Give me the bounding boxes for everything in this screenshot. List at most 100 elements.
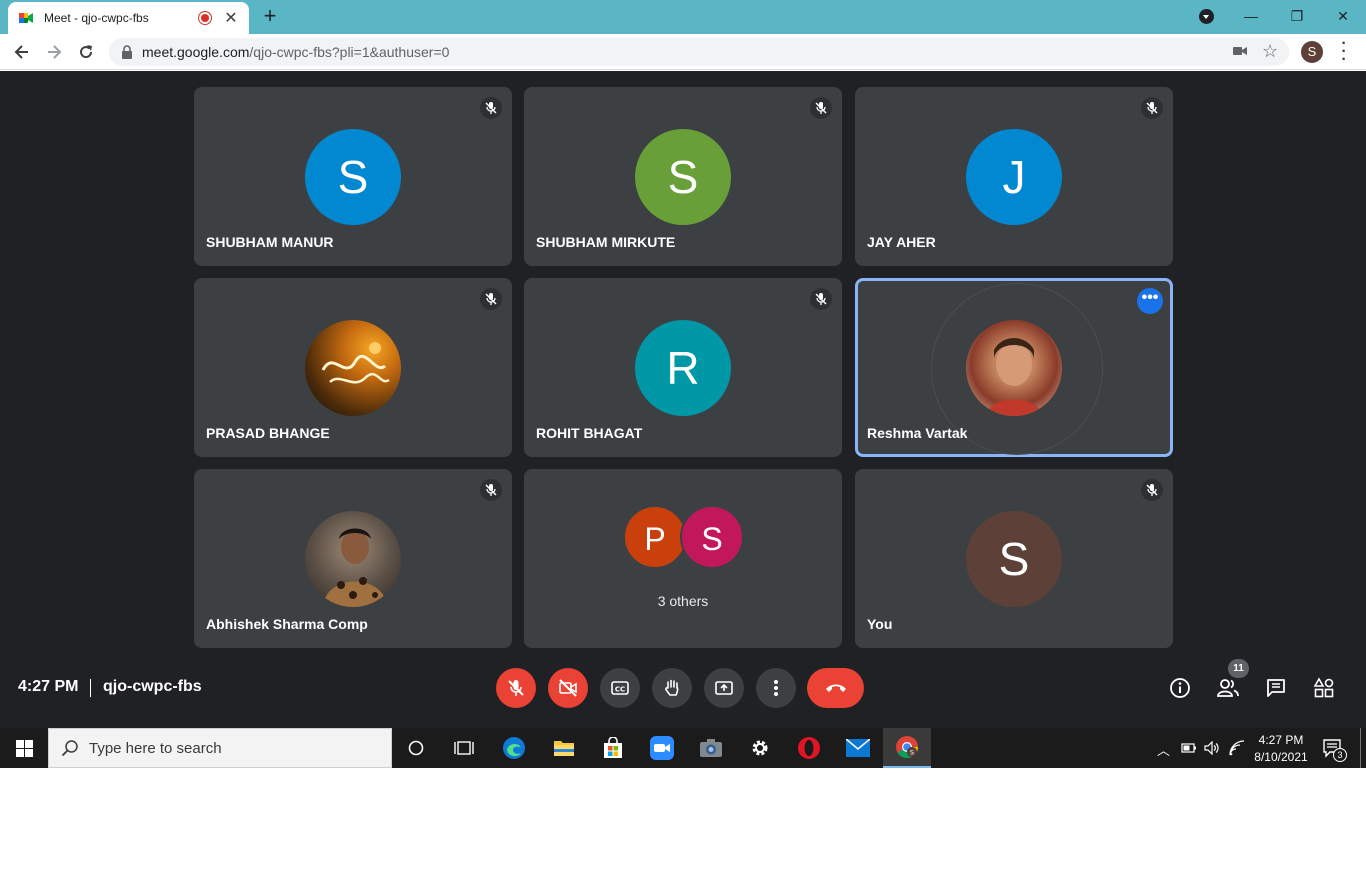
arrow-left-icon: [14, 45, 28, 59]
participant-avatar: S: [680, 505, 744, 569]
cortana-button[interactable]: [392, 728, 440, 768]
clock-date: 8/10/2021: [1254, 750, 1308, 764]
raise-hand-button[interactable]: [652, 668, 692, 708]
edge-app[interactable]: [490, 728, 538, 768]
participant-name: SHUBHAM MANUR: [206, 234, 334, 250]
participant-tile[interactable]: J JAY AHER: [855, 87, 1173, 266]
microphone-toggle-button[interactable]: [496, 668, 536, 708]
network-wifi-icon[interactable]: [1229, 740, 1245, 756]
url-path: /qjo-cwpc-fbs?pli=1&authuser=0: [249, 44, 450, 60]
participant-tile[interactable]: PRASAD BHANGE: [194, 278, 512, 457]
browser-toolbar: meet.google.com/qjo-cwpc-fbs?pli=1&authu…: [0, 34, 1366, 70]
participant-tile[interactable]: Abhishek Sharma Comp: [194, 469, 512, 648]
minimize-button[interactable]: —: [1228, 0, 1274, 32]
store-bag-icon: [604, 737, 622, 758]
restore-button[interactable]: ❐: [1274, 0, 1320, 32]
browser-tab[interactable]: Meet - qjo-cwpc-fbs ✕: [8, 2, 249, 34]
camera-in-use-icon[interactable]: [1233, 45, 1247, 57]
mic-off-icon: [810, 288, 832, 310]
profile-avatar[interactable]: S: [1301, 41, 1323, 63]
camera-toggle-button[interactable]: [548, 668, 588, 708]
participant-tile-speaking[interactable]: ••• Reshma Vartak: [855, 278, 1173, 457]
browser-menu-icon[interactable]: · · ·: [1337, 36, 1351, 68]
show-desktop-button[interactable]: [1360, 728, 1361, 768]
chat-icon: [1267, 679, 1285, 697]
people-icon: [1217, 679, 1239, 697]
windows-logo-icon: [15, 739, 33, 757]
task-view-icon: [454, 741, 474, 755]
chrome-app[interactable]: S: [883, 728, 931, 768]
chrome-icon: S: [896, 736, 919, 759]
settings-app[interactable]: [736, 728, 784, 768]
volume-icon[interactable]: [1204, 741, 1220, 755]
back-button[interactable]: [8, 38, 36, 66]
show-hidden-icons-chevron-icon[interactable]: ︿: [1157, 740, 1170, 759]
present-screen-button[interactable]: [704, 668, 744, 708]
browser-tab-strip: Meet - qjo-cwpc-fbs ✕ + — ❐ ✕: [0, 0, 1366, 34]
svg-text:S: S: [910, 749, 914, 757]
hand-icon: [665, 679, 679, 696]
participant-name: You: [867, 616, 893, 632]
participant-photo: [305, 320, 401, 416]
opera-icon: [798, 737, 820, 759]
taskbar-search-box[interactable]: Type here to search: [48, 728, 392, 768]
lock-icon: [122, 45, 132, 59]
divider: [90, 679, 91, 697]
tab-title: Meet - qjo-cwpc-fbs: [44, 11, 149, 25]
zoom-video-icon: [650, 736, 674, 760]
mic-off-icon: [810, 97, 832, 119]
others-tile[interactable]: P S 3 others: [524, 469, 842, 648]
mic-off-icon: [480, 288, 502, 310]
camera-app[interactable]: [687, 728, 735, 768]
battery-icon[interactable]: [1181, 742, 1197, 754]
more-options-button[interactable]: [756, 668, 796, 708]
mic-off-icon: [480, 97, 502, 119]
cortana-circle-icon: [408, 740, 424, 756]
task-view-button[interactable]: [440, 728, 488, 768]
opera-app[interactable]: [785, 728, 833, 768]
tab-close-icon[interactable]: ✕: [223, 8, 239, 28]
file-explorer-app[interactable]: [540, 728, 588, 768]
svg-text:CC: CC: [615, 686, 625, 694]
participant-avatar: J: [966, 129, 1062, 225]
participant-avatar: S: [966, 511, 1062, 607]
start-button[interactable]: [0, 728, 48, 768]
participant-tile[interactable]: S SHUBHAM MIRKUTE: [524, 87, 842, 266]
meeting-time: 4:27 PM: [18, 678, 79, 695]
participant-name: JAY AHER: [867, 234, 936, 250]
participant-photo: [966, 320, 1062, 416]
participant-name: ROHIT BHAGAT: [536, 425, 643, 441]
more-options-button[interactable]: •••: [1137, 288, 1163, 314]
mic-off-icon: [508, 680, 524, 696]
participant-tile[interactable]: R ROHIT BHAGAT: [524, 278, 842, 457]
participant-photo: [305, 511, 401, 607]
desktop-screen: Meet - qjo-cwpc-fbs ✕ + — ❐ ✕ meet.googl…: [0, 0, 1366, 768]
notification-count-badge: 3: [1333, 748, 1347, 762]
meeting-details-button[interactable]: [1164, 672, 1196, 704]
windows-taskbar: Type here to search S ︿ 4:27 PM 8/10/202…: [0, 728, 1366, 768]
self-tile[interactable]: S You: [855, 469, 1173, 648]
zoom-app[interactable]: [638, 728, 686, 768]
store-app[interactable]: [589, 728, 637, 768]
tab-search-icon[interactable]: [1199, 9, 1214, 24]
mic-off-icon: [1141, 479, 1163, 501]
mic-off-icon: [480, 479, 502, 501]
chat-button[interactable]: [1260, 672, 1292, 704]
leave-call-button[interactable]: [807, 668, 864, 708]
activities-icon: [1313, 677, 1334, 698]
new-tab-button[interactable]: +: [258, 4, 282, 28]
bookmark-star-icon[interactable]: ☆: [1262, 41, 1278, 62]
close-window-button[interactable]: ✕: [1320, 0, 1366, 32]
participant-name: Reshma Vartak: [867, 425, 968, 441]
captions-button[interactable]: CC: [600, 668, 640, 708]
address-bar[interactable]: meet.google.com/qjo-cwpc-fbs?pli=1&authu…: [109, 38, 1289, 66]
others-count-label: 3 others: [657, 593, 709, 609]
forward-button[interactable]: [40, 38, 68, 66]
participant-name: SHUBHAM MIRKUTE: [536, 234, 676, 250]
mail-app[interactable]: [834, 728, 882, 768]
reload-button[interactable]: [72, 38, 100, 66]
present-screen-icon: [715, 681, 733, 695]
participant-tile[interactable]: S SHUBHAM MANUR: [194, 87, 512, 266]
activities-button[interactable]: [1308, 672, 1340, 704]
taskbar-clock[interactable]: 4:27 PM 8/10/2021: [1252, 732, 1310, 766]
